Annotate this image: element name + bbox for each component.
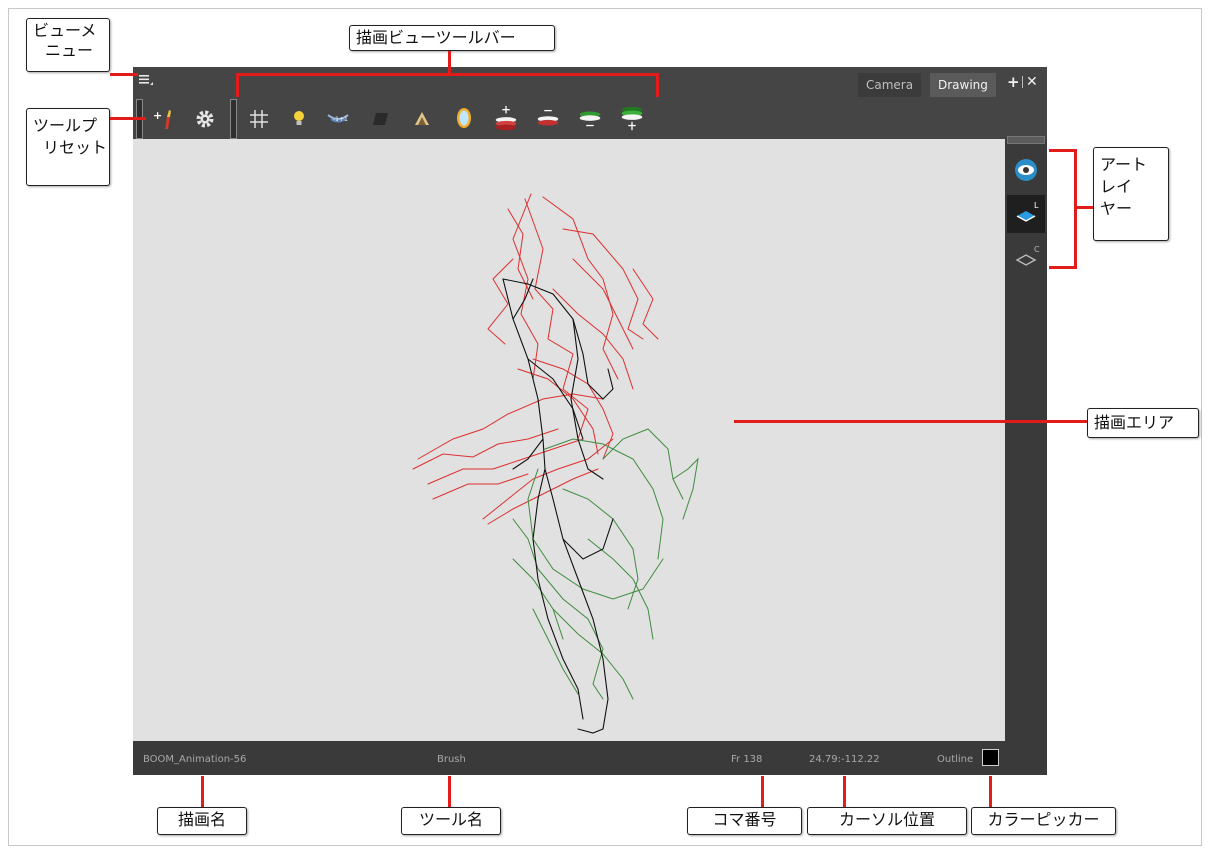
color-picker-swatch[interactable]: [982, 749, 999, 766]
art-mode-label: Outline: [937, 754, 974, 765]
toolbar-grip[interactable]: [230, 99, 237, 139]
view-menu-icon[interactable]: [139, 73, 153, 87]
tab-camera[interactable]: Camera: [858, 73, 922, 97]
drawing-canvas[interactable]: [133, 139, 1005, 741]
callout-drawing-name: 描画名: [157, 807, 247, 835]
close-icon[interactable]: ✕: [1026, 73, 1038, 91]
callout-art-layer-line3: ヤー: [1100, 199, 1133, 218]
callout-view-menu-line2: ニュー: [45, 41, 94, 60]
leader-line: [448, 776, 451, 807]
art-layer-sidebar: L C: [1005, 136, 1047, 741]
callout-frame-number: コマ番号: [687, 807, 802, 835]
tool-preset-add-icon[interactable]: +: [149, 105, 177, 133]
shade-icon[interactable]: [367, 105, 395, 133]
callout-tool-presets-line2: リセット: [43, 138, 108, 157]
callout-tool-presets: ツールプ リセット: [26, 108, 110, 186]
line-art-layer-icon[interactable]: L: [1007, 195, 1045, 233]
fill-icon[interactable]: [408, 105, 436, 133]
leader-line: [734, 420, 1087, 423]
callout-drawing-toolbar: 描画ビューツールバー: [349, 25, 555, 51]
remove-next-drawing-icon[interactable]: [576, 105, 604, 133]
leader-line: [989, 776, 992, 807]
tab-drawing[interactable]: Drawing: [930, 73, 996, 97]
color-art-layer-icon[interactable]: C: [1007, 239, 1045, 277]
leader-line: [448, 51, 451, 75]
callout-color-picker: カラーピッカー: [971, 807, 1116, 835]
leader-line: [843, 776, 846, 807]
callout-art-layer-line1: アート: [1100, 155, 1148, 174]
bracket-line: [656, 73, 659, 97]
remove-previous-drawing-icon[interactable]: [534, 105, 562, 133]
cursor-position: 24.79:-112.22: [809, 754, 880, 765]
mirror-icon[interactable]: [450, 105, 478, 133]
leader-line: [761, 776, 764, 807]
svg-text:+: +: [153, 109, 162, 122]
leader-line: [110, 73, 138, 76]
tab-separator: [1022, 76, 1023, 88]
frame-number: Fr 138: [731, 754, 763, 765]
bracket-line: [236, 73, 659, 76]
plus-icon[interactable]: +: [1007, 73, 1020, 91]
drawing-view-toolbar: + -1+1: [133, 97, 1047, 139]
callout-cursor-position: カーソル位置: [807, 807, 967, 835]
light-table-icon[interactable]: [285, 105, 313, 133]
callout-art-layer-line2: レイ: [1100, 177, 1133, 196]
grid-icon[interactable]: [245, 105, 273, 133]
callout-art-layer: アート レイ ヤー: [1093, 147, 1169, 241]
onion-skin-icon[interactable]: -1+1: [324, 105, 352, 133]
bracket-line: [236, 73, 239, 97]
callout-drawing-area: 描画エリア: [1087, 408, 1199, 438]
sidebar-collapse-handle[interactable]: [1007, 136, 1045, 144]
add-previous-drawing-icon[interactable]: [492, 105, 520, 133]
callout-tool-name: ツール名: [401, 807, 501, 835]
red-line-art: [412, 193, 659, 525]
drawing-artwork: [412, 193, 699, 734]
svg-text:-1+1: -1+1: [333, 116, 348, 123]
svg-text:C: C: [1034, 245, 1040, 254]
callout-view-menu-line1: ビューメ: [33, 21, 97, 40]
green-line-art: [512, 428, 699, 700]
gear-icon[interactable]: [191, 105, 219, 133]
status-bar: BOOM_Animation-56 Brush Fr 138 24.79:-11…: [133, 741, 1047, 775]
drawing-name: BOOM_Animation-56: [143, 754, 247, 765]
bracket-line: [1049, 266, 1076, 269]
svg-text:L: L: [1034, 201, 1039, 210]
eye-icon[interactable]: [1007, 151, 1045, 189]
bracket-line: [1049, 149, 1076, 152]
leader-line: [110, 117, 146, 120]
bracket-line: [1074, 149, 1077, 269]
add-next-drawing-icon[interactable]: [618, 105, 646, 133]
leader-line: [1076, 206, 1093, 209]
tool-name: Brush: [437, 754, 466, 765]
leader-line: [201, 776, 204, 807]
view-tab-bar: Camera Drawing + ✕: [133, 67, 1047, 97]
callout-view-menu: ビューメ ニュー: [26, 18, 110, 72]
callout-tool-presets-line1: ツールプ: [33, 116, 98, 135]
